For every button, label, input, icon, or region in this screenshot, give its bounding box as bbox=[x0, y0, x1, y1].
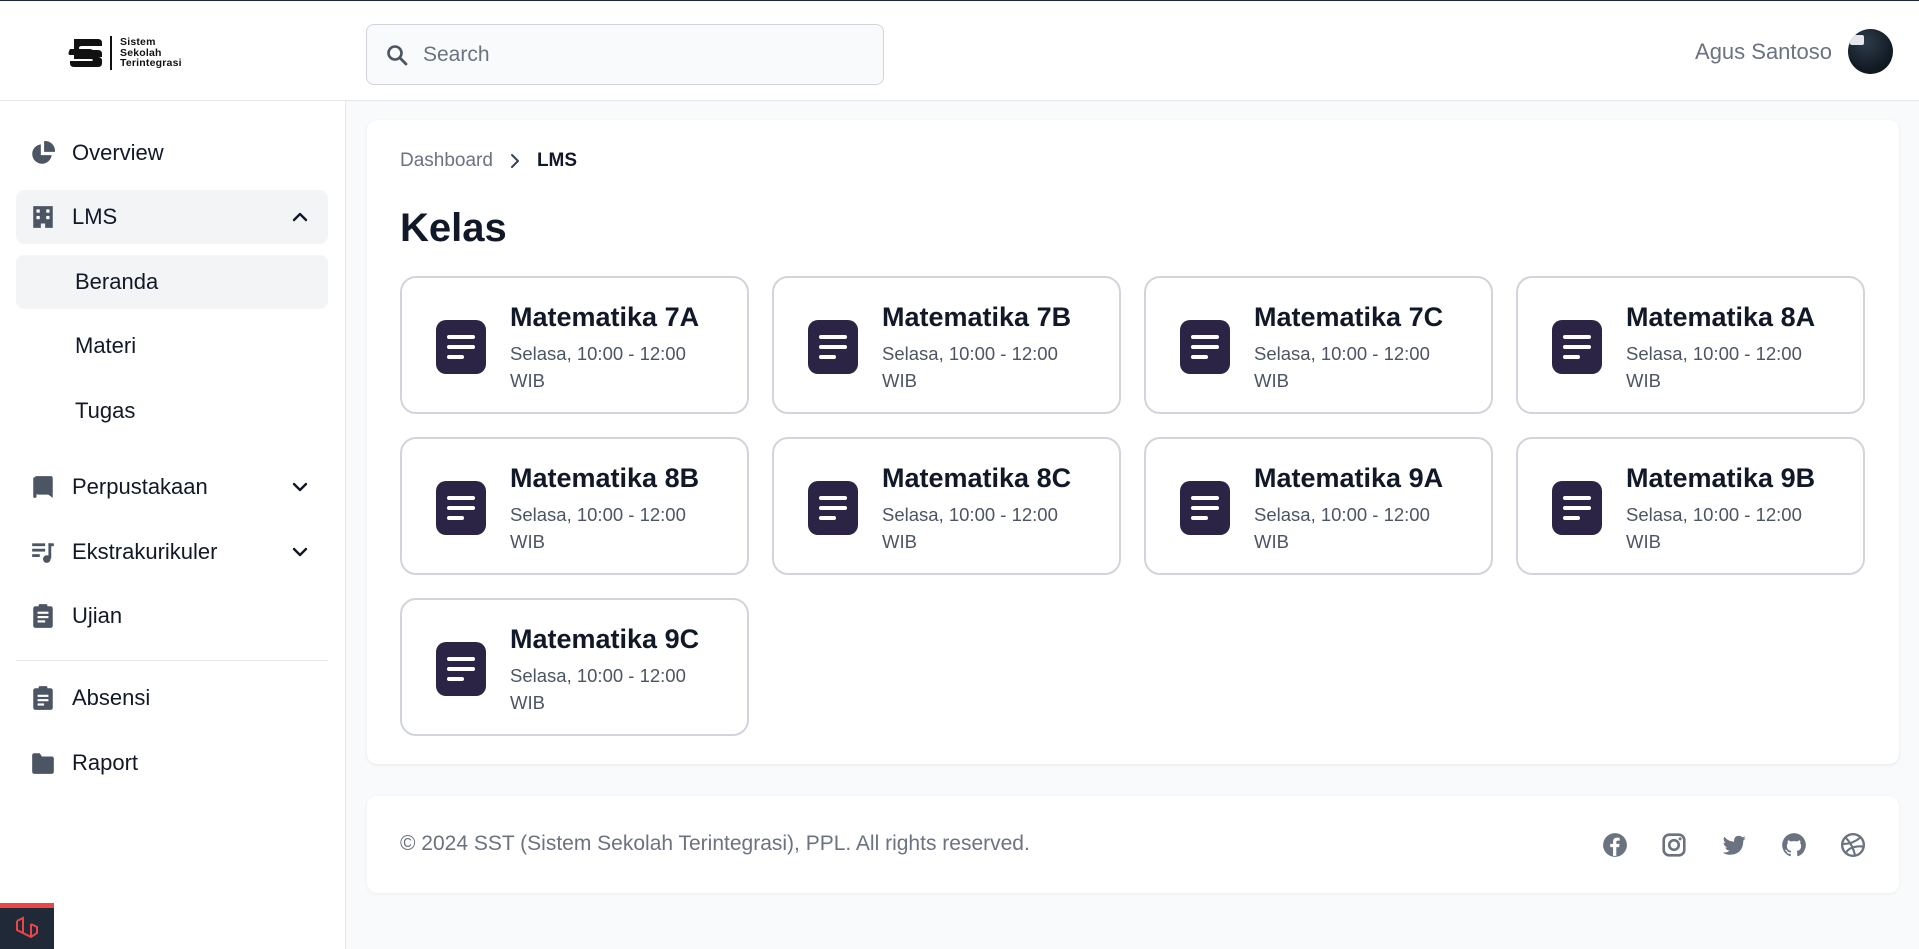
sidebar-subitem-label: Materi bbox=[75, 333, 137, 358]
sidebar-divider bbox=[16, 660, 328, 661]
sidebar-item-overview[interactable]: Overview bbox=[16, 126, 328, 180]
sidebar-subitem-label: Tugas bbox=[75, 398, 136, 423]
sidebar-item-label: Overview bbox=[72, 140, 164, 165]
class-name: Matematika 9B bbox=[1626, 463, 1816, 493]
logo-text-line: Terintegrasi bbox=[120, 57, 182, 70]
main-content: Dashboard LMS Kelas Matematika 7A Selasa… bbox=[367, 120, 1899, 764]
class-card[interactable]: Matematika 7A Selasa, 10:00 - 12:00 WIB bbox=[400, 276, 749, 414]
document-text-icon bbox=[1552, 481, 1602, 535]
sidebar-subitem-label: Beranda bbox=[75, 269, 159, 294]
sidebar-item-label: Perpustakaan bbox=[72, 474, 208, 499]
sidebar: Overview LMS Beranda Materi Tugas Perpus… bbox=[0, 101, 346, 949]
sidebar-item-perpustakaan[interactable]: Perpustakaan bbox=[16, 460, 328, 514]
facebook-icon[interactable] bbox=[1602, 832, 1628, 858]
class-name: Matematika 7A bbox=[510, 302, 700, 332]
clipboard-list-icon bbox=[33, 604, 53, 628]
class-schedule: Selasa, 10:00 - 12:00 WIB bbox=[1626, 343, 1802, 391]
github-icon[interactable] bbox=[1781, 832, 1807, 858]
document-text-icon bbox=[808, 481, 858, 535]
app-logo[interactable]: Sistem Sekolah Terintegrasi bbox=[68, 35, 182, 71]
clipboard-user-icon bbox=[33, 686, 53, 710]
search-icon bbox=[387, 44, 408, 65]
user-menu[interactable]: Agus Santoso bbox=[1695, 29, 1893, 74]
class-schedule: Selasa, 10:00 - 12:00 WIB bbox=[510, 504, 686, 552]
sidebar-item-absensi[interactable]: Absensi bbox=[16, 671, 328, 725]
laravel-debug-badge[interactable] bbox=[0, 903, 54, 949]
class-schedule: Selasa, 10:00 - 12:00 WIB bbox=[882, 504, 1058, 552]
class-name: Matematika 8B bbox=[510, 463, 700, 493]
class-schedule: Selasa, 10:00 - 12:00 WIB bbox=[510, 665, 686, 713]
breadcrumb-current: LMS bbox=[536, 150, 578, 171]
chevron-right-icon bbox=[510, 154, 519, 168]
sidebar-item-label: Ekstrakurikuler bbox=[72, 539, 218, 564]
sidebar-item-ekstrakurikuler[interactable]: Ekstrakurikuler bbox=[16, 525, 328, 579]
class-card[interactable]: Matematika 8A Selasa, 10:00 - 12:00 WIB bbox=[1516, 276, 1865, 414]
class-schedule: Selasa, 10:00 - 12:00 WIB bbox=[882, 343, 1058, 391]
logo-mark-icon bbox=[68, 39, 102, 67]
document-text-icon bbox=[436, 481, 486, 535]
document-text-icon bbox=[1552, 320, 1602, 374]
search-input[interactable] bbox=[423, 42, 843, 67]
class-name: Matematika 9A bbox=[1254, 463, 1444, 493]
breadcrumb: Dashboard LMS bbox=[400, 150, 577, 172]
class-schedule: Selasa, 10:00 - 12:00 WIB bbox=[510, 343, 686, 391]
building-icon bbox=[33, 206, 53, 228]
class-schedule: Selasa, 10:00 - 12:00 WIB bbox=[1254, 504, 1430, 552]
breadcrumb-dashboard[interactable]: Dashboard bbox=[400, 150, 493, 172]
music-list-icon bbox=[32, 543, 54, 563]
class-card[interactable]: Matematika 9A Selasa, 10:00 - 12:00 WIB bbox=[1144, 437, 1493, 575]
instagram-icon[interactable] bbox=[1661, 832, 1687, 858]
class-name: Matematika 8A bbox=[1626, 302, 1816, 332]
user-name: Agus Santoso bbox=[1695, 38, 1832, 64]
sidebar-item-raport[interactable]: Raport bbox=[16, 736, 328, 790]
dribbble-icon[interactable] bbox=[1840, 832, 1866, 858]
sidebar-item-lms[interactable]: LMS bbox=[16, 190, 328, 244]
sidebar-item-label: LMS bbox=[72, 204, 118, 229]
document-text-icon bbox=[1180, 320, 1230, 374]
footer-copyright: © 2024 SST (Sistem Sekolah Terintegrasi)… bbox=[400, 832, 1030, 855]
page-title: Kelas bbox=[400, 206, 507, 250]
pie-chart-icon bbox=[32, 141, 55, 164]
folder-icon bbox=[32, 753, 54, 774]
twitter-icon[interactable] bbox=[1721, 832, 1747, 858]
class-card[interactable]: Matematika 7B Selasa, 10:00 - 12:00 WIB bbox=[772, 276, 1121, 414]
laravel-icon bbox=[16, 915, 38, 938]
document-text-icon bbox=[1180, 481, 1230, 535]
class-schedule: Selasa, 10:00 - 12:00 WIB bbox=[1254, 343, 1430, 391]
class-card[interactable]: Matematika 9C Selasa, 10:00 - 12:00 WIB bbox=[400, 598, 749, 736]
class-card[interactable]: Matematika 9B Selasa, 10:00 - 12:00 WIB bbox=[1516, 437, 1865, 575]
sidebar-item-ujian[interactable]: Ujian bbox=[16, 589, 328, 643]
class-name: Matematika 7C bbox=[1254, 302, 1444, 332]
sidebar-subitem-beranda[interactable]: Beranda bbox=[16, 255, 328, 309]
chevron-down-icon bbox=[292, 482, 308, 492]
class-name: Matematika 8C bbox=[882, 463, 1072, 493]
sidebar-item-label: Absensi bbox=[72, 685, 151, 710]
class-name: Matematika 7B bbox=[882, 302, 1072, 332]
document-text-icon bbox=[436, 320, 486, 374]
class-card[interactable]: Matematika 7C Selasa, 10:00 - 12:00 WIB bbox=[1144, 276, 1493, 414]
sidebar-item-label: Raport bbox=[72, 750, 139, 775]
class-name: Matematika 9C bbox=[510, 624, 700, 654]
document-text-icon bbox=[808, 320, 858, 374]
search-box[interactable] bbox=[366, 24, 884, 85]
class-schedule: Selasa, 10:00 - 12:00 WIB bbox=[1626, 504, 1802, 552]
footer: © 2024 SST (Sistem Sekolah Terintegrasi)… bbox=[367, 796, 1899, 893]
sidebar-item-label: Ujian bbox=[72, 603, 123, 628]
sidebar-subitem-tugas[interactable]: Tugas bbox=[16, 384, 328, 438]
book-icon bbox=[33, 476, 53, 498]
document-text-icon bbox=[436, 642, 486, 696]
sidebar-subitem-materi[interactable]: Materi bbox=[16, 319, 328, 373]
chevron-up-icon bbox=[292, 212, 308, 222]
class-card[interactable]: Matematika 8C Selasa, 10:00 - 12:00 WIB bbox=[772, 437, 1121, 575]
avatar[interactable] bbox=[1848, 29, 1893, 74]
chevron-down-icon bbox=[292, 547, 308, 557]
logo-separator bbox=[110, 36, 112, 70]
top-bar: Sistem Sekolah Terintegrasi Agus Santoso bbox=[0, 0, 1919, 101]
class-card[interactable]: Matematika 8B Selasa, 10:00 - 12:00 WIB bbox=[400, 437, 749, 575]
logo-text: Sistem Sekolah Terintegrasi bbox=[120, 37, 182, 69]
